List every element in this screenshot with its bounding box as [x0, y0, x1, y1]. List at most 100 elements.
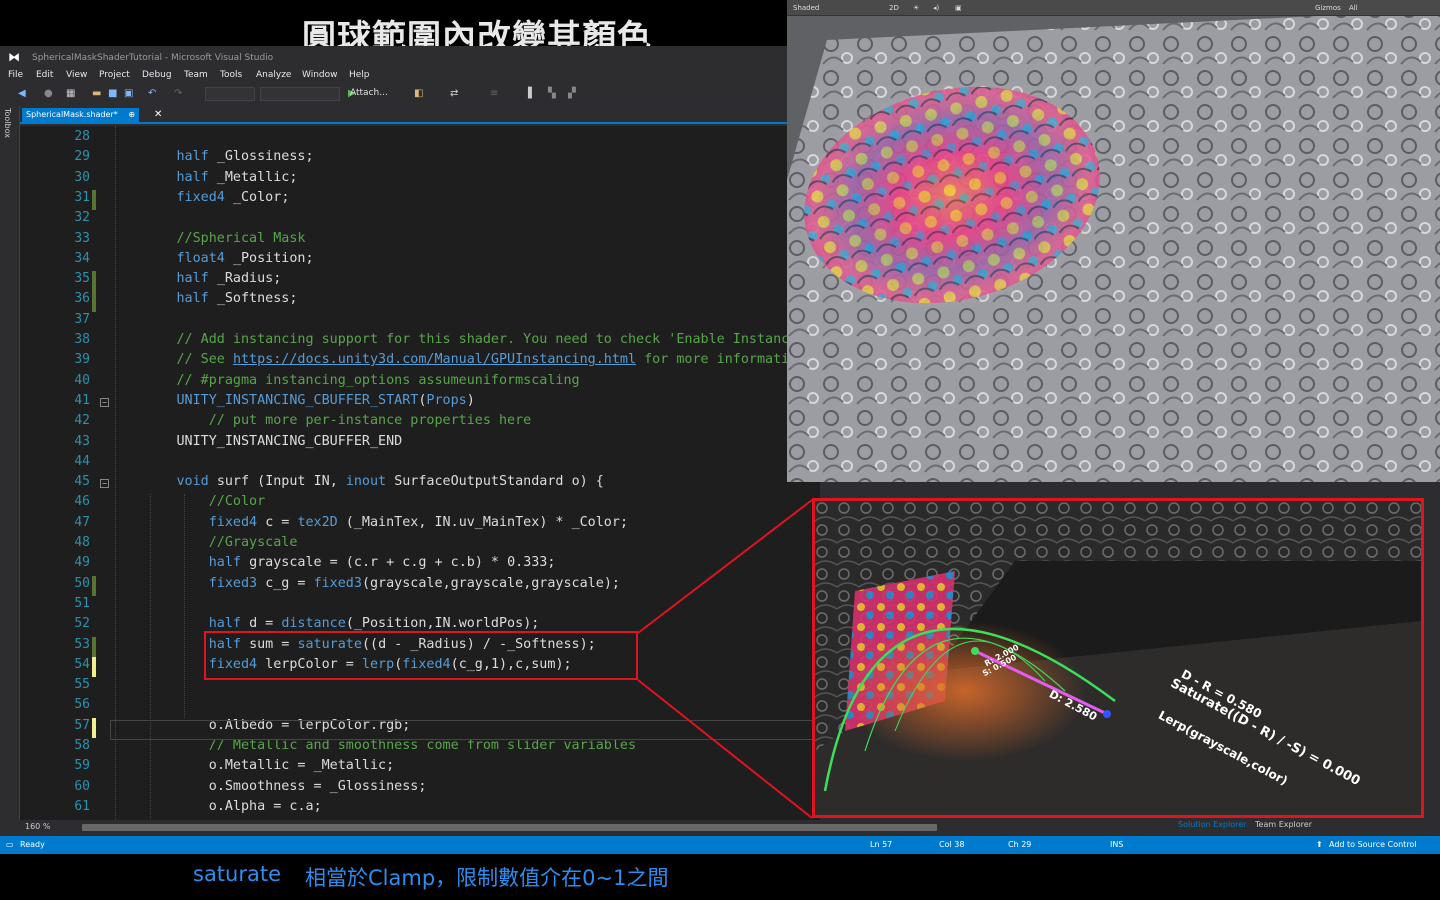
code-line: half _Softness;: [176, 291, 298, 307]
status-column: Col 38: [939, 840, 965, 849]
save-all-icon[interactable]: ▣: [124, 87, 133, 100]
toolbox-strip[interactable]: [0, 106, 20, 834]
lighting-icon[interactable]: ☀: [913, 4, 919, 12]
find-icon[interactable]: ◧: [414, 87, 423, 100]
docs-link[interactable]: https://docs.unity3d.com/Manual/GPUInsta…: [233, 352, 636, 367]
scene-viewport[interactable]: Shaded 2D ☀ ◂) ▣ Gizmos All: [787, 0, 1440, 482]
menu-file[interactable]: File: [8, 70, 23, 80]
code-line: fixed4 _Color;: [176, 189, 290, 205]
save-icon[interactable]: ■: [108, 87, 117, 100]
code-line: fixed3 c_g = fixed3(grayscale,grayscale,…: [208, 575, 620, 591]
code-line: // put more per-instance properties here: [112, 413, 532, 429]
zoom-dropdown[interactable]: 160 %: [25, 822, 50, 831]
forward-icon[interactable]: ●: [44, 87, 53, 100]
line-number: 56: [74, 697, 90, 713]
close-icon[interactable]: ✕: [154, 108, 162, 122]
back-icon[interactable]: ◀: [18, 87, 26, 100]
line-number: 43: [74, 433, 90, 449]
configuration-dropdown[interactable]: [205, 87, 255, 101]
horizontal-scrollbar[interactable]: [82, 824, 937, 831]
line-number: 53: [74, 636, 90, 652]
indent-guide: [184, 494, 185, 718]
code-line: // Metallic and smoothness come from sli…: [112, 738, 637, 753]
bookmark-icon[interactable]: ▌: [528, 87, 536, 100]
code-line: o.Smoothness = _Glossiness;: [208, 778, 427, 794]
code-editor[interactable]: 28 29 30 31 32 33 34 35 36 37 38 39 40 41−42 43 44 45−46…: [20, 126, 820, 820]
toolbox-label[interactable]: Toolbox: [3, 108, 12, 138]
tab-team-explorer[interactable]: Team Explorer: [1255, 820, 1312, 829]
tab-sphericalmask-shader[interactable]: SphericalMask.shader* ⊕: [22, 108, 140, 122]
code-line: // #pragma instancing_options assumeunif…: [112, 372, 580, 388]
code-line: UNITY_INSTANCING_CBUFFER_START(Props): [176, 392, 475, 408]
code-line: half grayscale = (c.r + c.g + c.b) * 0.3…: [208, 555, 556, 571]
code-line: o.Metallic = _Metallic;: [208, 758, 395, 774]
effects-icon[interactable]: ▣: [955, 4, 962, 12]
line-number: 54: [74, 656, 90, 672]
redo-icon[interactable]: ↷: [174, 87, 182, 100]
new-project-icon[interactable]: ▦: [66, 87, 75, 100]
scene-search[interactable]: All: [1349, 4, 1358, 12]
mode-2d-toggle[interactable]: 2D: [889, 4, 899, 12]
indent-icon[interactable]: ≡: [490, 87, 498, 100]
menu-help[interactable]: Help: [349, 70, 370, 80]
line-number: 35: [74, 271, 90, 287]
shading-mode-dropdown[interactable]: Shaded: [793, 4, 819, 12]
gizmos-dropdown[interactable]: Gizmos: [1315, 4, 1341, 12]
line-number: 39: [74, 352, 90, 368]
line-number: 32: [74, 210, 90, 226]
open-file-icon[interactable]: ▬: [92, 87, 101, 100]
undo-icon[interactable]: ↶: [148, 87, 156, 100]
step-icon[interactable]: ⇄: [450, 87, 458, 100]
code-line: o.Alpha = c.a;: [208, 798, 322, 814]
menu-debug[interactable]: Debug: [142, 70, 172, 80]
code-line: //Color: [112, 494, 266, 510]
change-marker: [92, 656, 96, 678]
line-number: 48: [74, 535, 90, 550]
fold-toggle-icon[interactable]: −: [100, 479, 109, 489]
editor-bottom-strip: 160 % Solution Explorer Team Explorer: [0, 820, 1440, 834]
code-line: // See https://docs.unity3d.com/Manual/G…: [112, 352, 820, 368]
toolbar: ◀ ● ▦ ▬ ■ ▣ ↶ ↷ ▶ Attach... ◧ ⇄ ≡ ▌ ▚ ▞: [0, 84, 787, 104]
menu-window[interactable]: Window: [302, 70, 338, 80]
change-marker: [92, 189, 96, 211]
code-line: half _Radius;: [176, 271, 282, 287]
next-bookmark-icon[interactable]: ▞: [568, 87, 576, 100]
status-insert-mode: INS: [1110, 840, 1124, 849]
tab-solution-explorer[interactable]: Solution Explorer: [1178, 820, 1246, 829]
change-marker: [92, 575, 96, 596]
attach-button[interactable]: Attach...: [350, 88, 388, 98]
visual-studio-logo-icon: ⧓: [8, 50, 20, 64]
menu-team[interactable]: Team: [184, 70, 208, 80]
sphere-mask-diagram: R: 2.000 S: 0.500 D: 2.580 D - R = 0.580…: [812, 498, 1424, 818]
line-number-gutter: 28 29 30 31 32 33 34 35 36 37 38 39 40 41−42 43 44 45−46…: [20, 126, 109, 820]
line-number: 38: [74, 332, 90, 347]
line-number: 58: [74, 738, 90, 753]
line-number: 46: [74, 494, 90, 510]
code-line: void surf (Input IN, inout SurfaceOutput…: [176, 474, 604, 490]
menu-project[interactable]: Project: [99, 70, 130, 80]
fold-toggle-icon[interactable]: −: [100, 397, 109, 407]
code-line: fixed4 c = tex2D (_MainTex, IN.uv_MainTe…: [208, 514, 628, 530]
scene-toolbar: Shaded 2D ☀ ◂) ▣ Gizmos All: [787, 0, 1440, 16]
line-number: 61: [74, 798, 90, 814]
platform-dropdown[interactable]: [260, 87, 340, 101]
menu-view[interactable]: View: [66, 70, 87, 80]
pin-icon[interactable]: ⊕: [128, 110, 135, 119]
line-number: 50: [74, 575, 90, 591]
menu-tools[interactable]: Tools: [220, 70, 242, 80]
line-number: 44: [74, 453, 90, 469]
title-bar: ⧓ SphericalMaskShaderTutorial - Microsof…: [0, 46, 787, 68]
line-number: 41: [74, 392, 90, 408]
indent-guide: [115, 126, 116, 820]
add-to-source-control-button[interactable]: Add to Source Control: [1329, 840, 1417, 849]
prev-bookmark-icon[interactable]: ▚: [548, 87, 556, 100]
line-number: 52: [74, 616, 90, 632]
subtitle-description: 相當於Clamp，限制數值介在0~1之間: [305, 866, 669, 890]
audio-icon[interactable]: ◂): [933, 4, 939, 12]
code-line: half _Glossiness;: [176, 149, 314, 165]
upload-icon[interactable]: ⬆: [1316, 840, 1323, 849]
menu-edit[interactable]: Edit: [36, 70, 53, 80]
code-line: //Grayscale: [112, 535, 298, 550]
menu-analyze[interactable]: Analyze: [256, 70, 291, 80]
subtitle-keyword: saturate: [193, 862, 282, 886]
